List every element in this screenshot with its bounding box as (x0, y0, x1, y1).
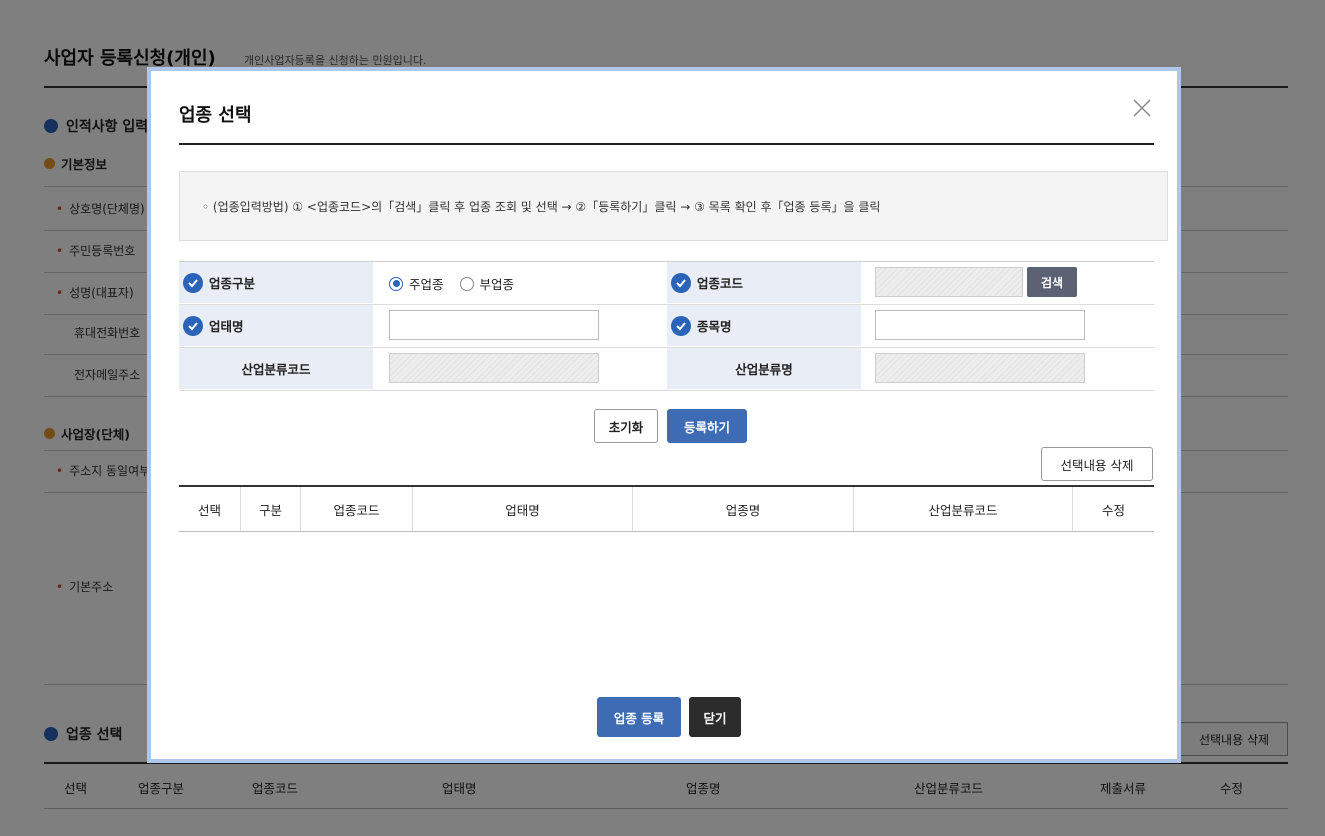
form-row: 산업분류코드 산업분류명 (179, 348, 1154, 391)
check-icon (183, 272, 203, 293)
col-business-name: 업태명 (413, 487, 633, 531)
modal-title-divider (179, 143, 1154, 145)
radio-sub-label: 부업종 (479, 277, 515, 292)
radio-sub[interactable] (459, 276, 474, 291)
business-name-label: 업태명 (179, 305, 373, 346)
close-button[interactable]: 닫기 (689, 697, 741, 737)
label-text: 업태명 (209, 319, 244, 334)
industry-name-input (875, 353, 1085, 383)
radio-main[interactable] (389, 276, 403, 291)
industry-name-label: 산업분류명 (667, 348, 861, 389)
guide-text: ◦ (업종입력방법) ① <업종코드>의「검색」클릭 후 업종 조회 및 선택 … (202, 199, 881, 214)
col-biz-code: 업종코드 (301, 487, 413, 531)
biz-type-radio-group: 주업종 부업종 (389, 274, 514, 293)
biz-type-label: 업종구분 (179, 262, 373, 303)
biz-grid-header: 선택 구분 업종코드 업태명 업종명 산업분류코드 수정 (179, 485, 1154, 532)
check-icon (671, 315, 691, 336)
industry-code-label: 산업분류코드 (179, 348, 373, 389)
label-text: 업종코드 (697, 276, 744, 291)
biz-form: 업종구분 주업종 부업종 업종코드 검색 업태명 종목명 산업분류코드 산업분류… (179, 261, 1154, 391)
biz-select-modal: 업종 선택 ◦ (업종입력방법) ① <업종코드>의「검색」클릭 후 업종 조회… (147, 67, 1181, 763)
check-icon (183, 315, 203, 336)
label-text: 업종구분 (209, 276, 256, 291)
item-name-input[interactable] (875, 310, 1085, 340)
business-name-input[interactable] (389, 310, 599, 340)
item-name-label: 종목명 (667, 305, 861, 346)
reset-button[interactable]: 초기화 (594, 409, 658, 443)
input-guide: ◦ (업종입력방법) ① <업종코드>의「검색」클릭 후 업종 조회 및 선택 … (179, 171, 1168, 241)
col-edit: 수정 (1101, 502, 1125, 518)
radio-main-label: 주업종 (409, 277, 444, 292)
form-row: 업태명 종목명 (179, 305, 1154, 348)
biz-register-button[interactable]: 업종 등록 (597, 697, 681, 737)
biz-code-label: 업종코드 (667, 262, 861, 303)
col-industry-code: 산업분류코드 (854, 487, 1073, 531)
close-icon[interactable] (1131, 97, 1153, 119)
industry-code-input (389, 353, 599, 383)
col-type: 구분 (241, 487, 301, 531)
search-button[interactable]: 검색 (1027, 267, 1077, 297)
col-item-name: 업종명 (633, 487, 854, 531)
form-row: 업종구분 주업종 부업종 업종코드 검색 (179, 262, 1154, 305)
register-button[interactable]: 등록하기 (667, 409, 747, 443)
label-text: 종목명 (697, 319, 732, 334)
col-select: 선택 (179, 487, 241, 531)
check-icon (671, 272, 691, 293)
delete-selected-button[interactable]: 선택내용 삭제 (1041, 447, 1153, 481)
biz-code-input (875, 267, 1023, 297)
modal-title: 업종 선택 (179, 105, 252, 126)
